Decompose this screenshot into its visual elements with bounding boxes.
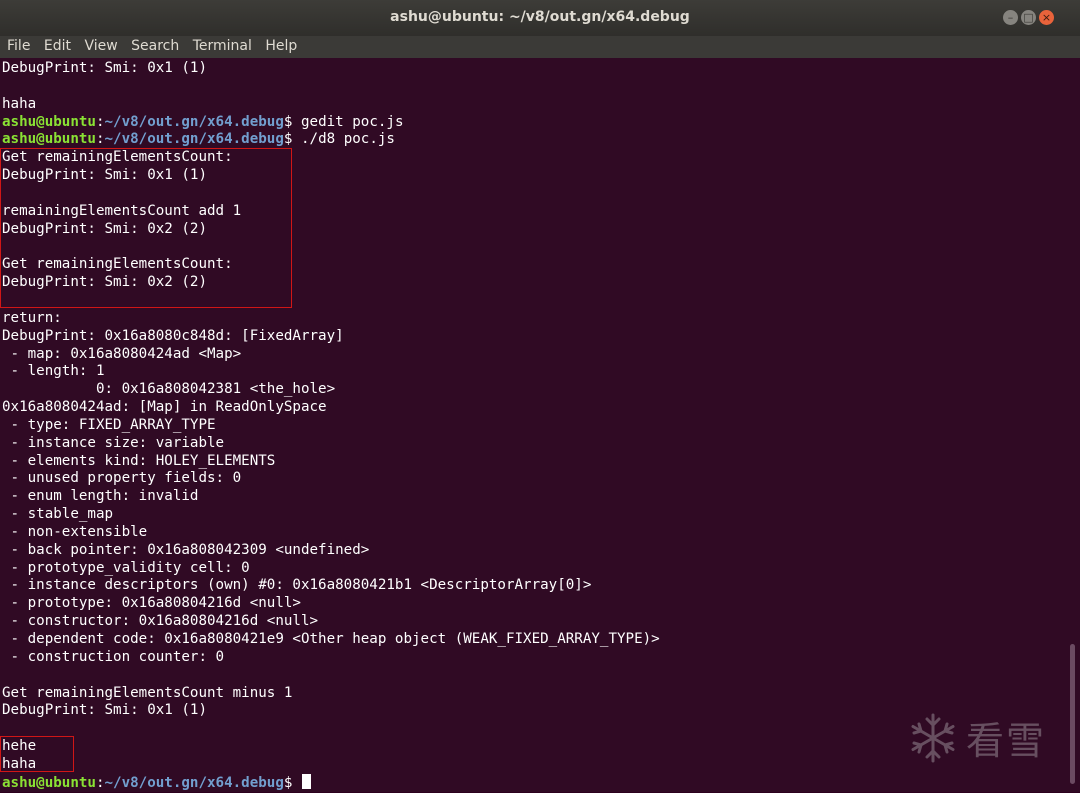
terminal-cursor [301, 773, 311, 789]
menu-bar: File Edit View Search Terminal Help [0, 36, 1080, 58]
output-text: - map: 0x16a8080424ad <Map> [2, 345, 242, 362]
output-text: - non-extensible [2, 523, 148, 540]
minimize-button[interactable]: – [1003, 10, 1018, 25]
output-text: - instance size: variable [2, 434, 225, 451]
terminal-line: - map: 0x16a8080424ad <Map> [2, 346, 660, 364]
prompt-path: ~/v8/out.gn/x64.debug [104, 774, 284, 791]
terminal-line: 0x16a8080424ad: [Map] in ReadOnlySpace [2, 399, 660, 417]
output-text: haha [2, 95, 37, 112]
output-text: - stable_map [2, 506, 114, 523]
title-bar: ashu@ubuntu: ~/v8/out.gn/x64.debug – □ × [0, 0, 1080, 36]
window-controls: – □ × [1003, 10, 1054, 25]
terminal-line: - elements kind: HOLEY_ELEMENTS [2, 453, 660, 471]
output-text: return: [2, 309, 62, 326]
watermark-text: 看雪 [966, 719, 1047, 763]
output-text: - instance descriptors (own) #0: 0x16a80… [2, 577, 592, 594]
terminal-line: return: [2, 310, 660, 328]
highlight-box-hehe-haha [0, 736, 74, 772]
output-text: - unused property fields: 0 [2, 470, 242, 487]
command-text: gedit poc.js [300, 113, 404, 130]
prompt-symbol: $ [283, 774, 301, 791]
terminal-line: - constructor: 0x16a80804216d <null> [2, 613, 660, 631]
output-text: - dependent code: 0x16a8080421e9 <Other … [2, 631, 660, 647]
output-text: Get remainingElementsCount minus 1 [2, 684, 293, 701]
terminal-line: - prototype_validity cell: 0 [2, 560, 660, 578]
prompt-user: ashu@ubuntu [2, 774, 96, 791]
scrollbar[interactable] [1066, 58, 1080, 792]
output-text: 0x16a8080424ad: [Map] in ReadOnlySpace [2, 399, 327, 416]
terminal-line: - prototype: 0x16a80804216d <null> [2, 595, 660, 613]
terminal-line: haha [2, 96, 660, 114]
terminal-line: - dependent code: 0x16a8080421e9 <Other … [2, 631, 660, 649]
terminal-line: ashu@ubuntu:~/v8/out.gn/x64.debug$ ./d8 … [2, 131, 660, 149]
output-text: - length: 1 [2, 363, 105, 380]
output-text: - elements kind: HOLEY_ELEMENTS [2, 452, 276, 469]
command-text: ./d8 poc.js [300, 131, 395, 148]
maximize-button[interactable]: □ [1021, 10, 1036, 25]
terminal-line: - enum length: invalid [2, 488, 660, 506]
output-text: DebugPrint: Smi: 0x1 (1) [2, 702, 207, 719]
terminal-line: ashu@ubuntu:~/v8/out.gn/x64.debug$ gedit… [2, 114, 660, 132]
terminal-line: - instance size: variable [2, 435, 660, 453]
watermark: 看雪 [906, 710, 1046, 765]
prompt-user: ashu@ubuntu [2, 113, 96, 130]
prompt-path: ~/v8/out.gn/x64.debug [104, 131, 284, 148]
prompt-separator: : [95, 131, 105, 148]
output-text: - prototype: 0x16a80804216d <null> [2, 595, 301, 612]
menu-edit[interactable]: Edit [44, 36, 71, 57]
output-text: DebugPrint: 0x16a8080c848d: [FixedArray] [2, 327, 344, 344]
menu-terminal[interactable]: Terminal [193, 36, 252, 57]
menu-view[interactable]: View [84, 36, 117, 57]
output-text: 0: 0x16a808042381 <the_hole> [2, 381, 336, 398]
window-title: ashu@ubuntu: ~/v8/out.gn/x64.debug [390, 9, 690, 25]
terminal-line: DebugPrint: Smi: 0x1 (1) [2, 702, 660, 720]
prompt-separator: : [95, 774, 105, 791]
output-text: - constructor: 0x16a80804216d <null> [2, 613, 319, 630]
terminal-line: hehe [2, 738, 660, 756]
terminal-line: - back pointer: 0x16a808042309 <undefine… [2, 542, 660, 560]
terminal-line: - length: 1 [2, 363, 660, 381]
terminal-line: - stable_map [2, 506, 660, 524]
terminal-line: - type: FIXED_ARRAY_TYPE [2, 417, 660, 435]
terminal-line: 0: 0x16a808042381 <the_hole> [2, 381, 660, 399]
terminal-line: haha [2, 756, 660, 774]
terminal-line: - non-extensible [2, 524, 660, 542]
prompt-symbol: $ [283, 131, 301, 148]
output-text: - back pointer: 0x16a808042309 <undefine… [2, 541, 370, 558]
output-text: - construction counter: 0 [2, 648, 225, 665]
prompt-separator: : [95, 113, 105, 130]
terminal-line: - instance descriptors (own) #0: 0x16a80… [2, 577, 660, 595]
terminal-line: DebugPrint: Smi: 0x1 (1) [2, 60, 660, 78]
highlight-box-remaining-count [0, 148, 292, 308]
close-button[interactable]: × [1039, 10, 1054, 25]
snowflake-icon [911, 713, 955, 762]
menu-help[interactable]: Help [265, 36, 297, 57]
terminal-line: - unused property fields: 0 [2, 470, 660, 488]
terminal-line: - construction counter: 0 [2, 649, 660, 667]
output-text: - enum length: invalid [2, 488, 199, 505]
terminal-line: Get remainingElementsCount minus 1 [2, 685, 660, 703]
prompt-symbol: $ [283, 113, 301, 130]
terminal-line: ashu@ubuntu:~/v8/out.gn/x64.debug$ [2, 773, 660, 792]
menu-file[interactable]: File [7, 36, 30, 57]
output-text: DebugPrint: Smi: 0x1 (1) [2, 60, 207, 76]
prompt-user: ashu@ubuntu [2, 131, 96, 148]
menu-search[interactable]: Search [131, 36, 179, 57]
prompt-path: ~/v8/out.gn/x64.debug [104, 113, 284, 130]
terminal-line: DebugPrint: 0x16a8080c848d: [FixedArray] [2, 328, 660, 346]
scrollbar-thumb[interactable] [1070, 644, 1075, 784]
output-text: - type: FIXED_ARRAY_TYPE [2, 416, 216, 433]
output-text: - prototype_validity cell: 0 [2, 559, 250, 576]
